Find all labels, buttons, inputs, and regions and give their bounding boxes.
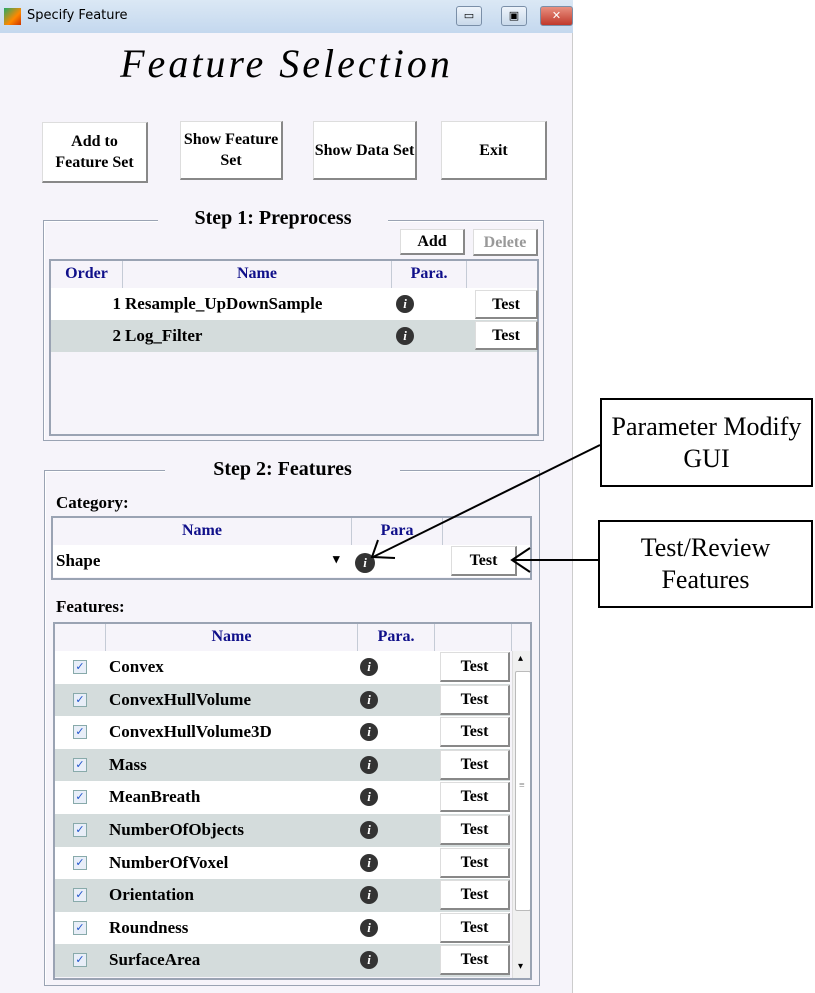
annotation-arrows [370, 444, 601, 573]
arrow-to-para-icon [372, 444, 601, 558]
